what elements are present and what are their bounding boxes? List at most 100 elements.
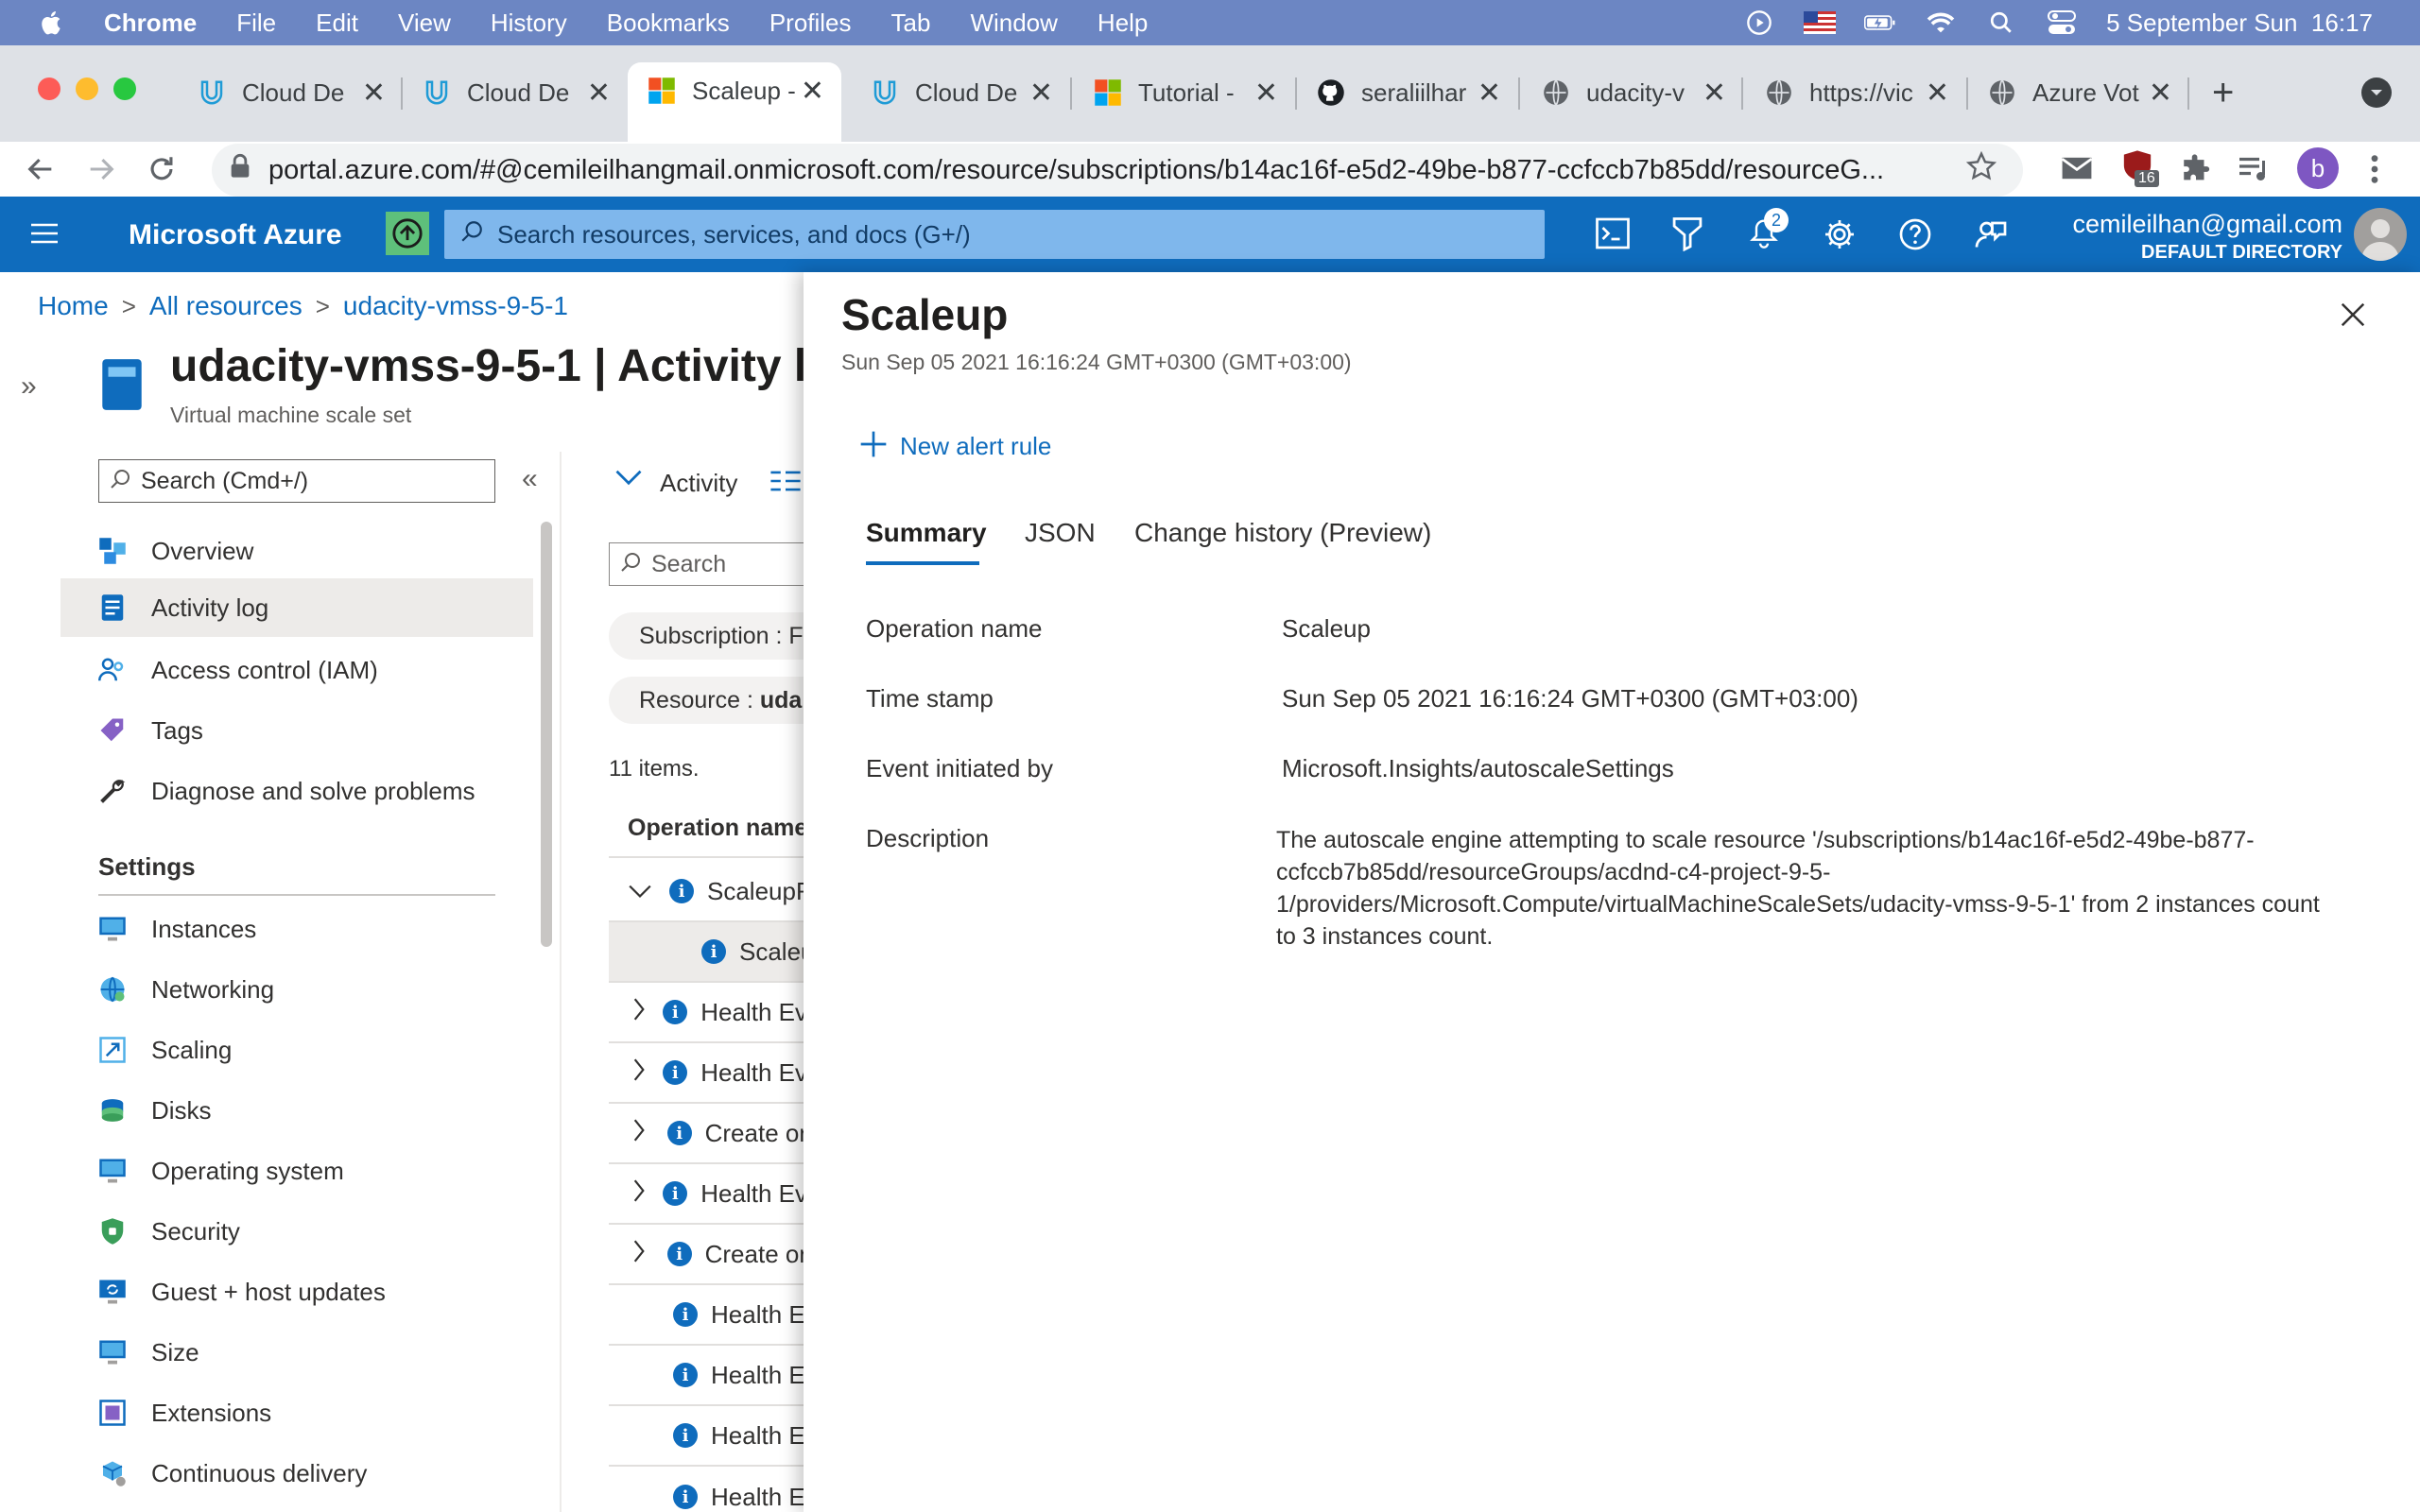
menu-window[interactable]: Window xyxy=(970,9,1057,38)
us-flag-icon[interactable] xyxy=(1804,9,1837,37)
settings-gear-icon[interactable] xyxy=(1823,217,1857,256)
browser-tab-1[interactable]: Cloud De ✕ xyxy=(197,66,386,119)
table-row[interactable]: i Health Ev xyxy=(609,1406,807,1467)
column-header-operation-name[interactable]: Operation name xyxy=(628,815,807,842)
activity-toolbar-label[interactable]: Activity xyxy=(660,469,737,498)
tab-close-icon[interactable]: ✕ xyxy=(1926,77,1949,110)
breadcrumb-resource[interactable]: udacity-vmss-9-5-1 xyxy=(343,291,568,321)
window-zoom-button[interactable] xyxy=(113,77,136,100)
window-minimize-button[interactable] xyxy=(76,77,98,100)
menu-bookmarks[interactable]: Bookmarks xyxy=(607,9,730,38)
menu-profiles[interactable]: Profiles xyxy=(769,9,852,38)
expand-menu-chevron-icon[interactable]: » xyxy=(21,370,37,403)
menu-history[interactable]: History xyxy=(491,9,567,38)
breadcrumb-home[interactable]: Home xyxy=(38,291,109,321)
tab-change-history[interactable]: Change history (Preview) xyxy=(1134,518,1431,548)
extensions-puzzle-icon[interactable] xyxy=(2180,153,2212,190)
browser-tab-2[interactable]: Cloud De ✕ xyxy=(422,66,611,119)
bookmark-star-icon[interactable] xyxy=(1965,150,1997,189)
cloud-shell-icon[interactable] xyxy=(1596,217,1630,254)
tab-close-icon[interactable]: ✕ xyxy=(587,77,611,110)
reload-icon[interactable] xyxy=(146,153,178,190)
edit-columns-icon[interactable] xyxy=(769,469,802,498)
nav-overview[interactable]: Overview xyxy=(60,522,533,580)
chevron-down-icon[interactable] xyxy=(614,467,643,492)
table-row[interactable]: i Health Ev xyxy=(609,1043,807,1104)
window-close-button[interactable] xyxy=(38,77,60,100)
forward-arrow-icon[interactable] xyxy=(85,153,117,190)
back-arrow-icon[interactable] xyxy=(25,153,57,190)
chevron-right-icon[interactable] xyxy=(631,997,649,1028)
tab-search-chevron-icon[interactable] xyxy=(2361,77,2392,108)
table-row[interactable]: i Create or xyxy=(609,1104,807,1164)
directory-filter-icon[interactable] xyxy=(1671,215,1703,256)
table-row[interactable]: i Create or xyxy=(609,1225,807,1285)
apple-icon[interactable] xyxy=(38,9,66,37)
menu-view[interactable]: View xyxy=(398,9,451,38)
new-alert-rule-button[interactable]: New alert rule xyxy=(858,429,1051,464)
chevron-right-icon[interactable] xyxy=(631,1057,649,1089)
browser-tab-5[interactable]: Tutorial - ✕ xyxy=(1093,66,1278,119)
feedback-icon[interactable] xyxy=(1974,217,2008,256)
tab-close-icon[interactable]: ✕ xyxy=(801,75,824,108)
nav-guest-host-updates[interactable]: Guest + host updates xyxy=(60,1263,533,1321)
table-row[interactable]: i ScaleupR xyxy=(609,862,807,922)
url-text[interactable]: portal.azure.com/#@cemileilhangmail.onmi… xyxy=(268,155,1951,186)
chevron-down-icon[interactable] xyxy=(628,877,652,906)
spotlight-search-icon[interactable] xyxy=(1985,9,2017,37)
account-email[interactable]: cemileilhan@gmail.com xyxy=(2065,210,2342,239)
profile-avatar[interactable]: b xyxy=(2297,147,2339,189)
table-row[interactable]: i Health Ev xyxy=(609,983,807,1043)
browser-tab-6[interactable]: seraliilhar ✕ xyxy=(1316,66,1501,119)
azure-search-input[interactable]: Search resources, services, and docs (G+… xyxy=(444,210,1545,259)
browser-tab-3[interactable]: Scaleup - ✕ xyxy=(628,62,841,142)
mail-extension-icon[interactable] xyxy=(2061,155,2093,186)
breadcrumb-all-resources[interactable]: All resources xyxy=(149,291,302,321)
nav-instances[interactable]: Instances xyxy=(60,900,533,958)
nav-security[interactable]: Security xyxy=(60,1202,533,1261)
collapse-nav-icon[interactable]: « xyxy=(522,463,538,495)
nav-disks[interactable]: Disks xyxy=(60,1081,533,1140)
table-row-selected[interactable]: i Scaleu xyxy=(609,922,807,983)
browser-tab-4[interactable]: Cloud De ✕ xyxy=(870,66,1053,119)
tab-close-icon[interactable]: ✕ xyxy=(362,77,386,110)
menu-file[interactable]: File xyxy=(236,9,276,38)
nav-activity-log[interactable]: Activity log xyxy=(60,578,533,637)
nav-diagnose[interactable]: Diagnose and solve problems xyxy=(60,762,533,820)
ublock-extension-icon[interactable]: 16 xyxy=(2121,149,2159,187)
tab-close-icon[interactable]: ✕ xyxy=(1478,77,1501,110)
tab-close-icon[interactable]: ✕ xyxy=(2149,77,2172,110)
azure-brand[interactable]: Microsoft Azure xyxy=(129,219,342,251)
activity-search-input[interactable]: Search xyxy=(609,542,817,586)
chevron-right-icon[interactable] xyxy=(631,1118,654,1149)
left-nav-search[interactable]: Search (Cmd+/) xyxy=(98,459,495,503)
left-nav-scrollbar[interactable] xyxy=(541,522,552,947)
upgrade-arrow-icon[interactable] xyxy=(386,212,429,255)
table-row[interactable]: i Health Ev xyxy=(609,1285,807,1346)
nav-continuous-delivery[interactable]: Continuous delivery xyxy=(60,1444,533,1503)
nav-operating-system[interactable]: Operating system xyxy=(60,1142,533,1200)
chevron-right-icon[interactable] xyxy=(631,1239,654,1270)
hamburger-menu-icon[interactable] xyxy=(30,221,59,250)
play-circle-icon[interactable] xyxy=(1743,9,1775,37)
tab-summary[interactable]: Summary xyxy=(866,518,987,548)
help-question-icon[interactable] xyxy=(1898,217,1932,256)
nav-size[interactable]: Size xyxy=(60,1323,533,1382)
nav-access-control[interactable]: Access control (IAM) xyxy=(60,641,533,699)
menu-edit[interactable]: Edit xyxy=(316,9,358,38)
table-row[interactable]: i Health Ev xyxy=(609,1467,807,1512)
new-tab-plus-icon[interactable]: + xyxy=(2212,72,2234,114)
nav-networking[interactable]: Networking xyxy=(60,960,533,1019)
menu-app-name[interactable]: Chrome xyxy=(104,9,197,38)
menu-help[interactable]: Help xyxy=(1098,9,1148,38)
chevron-right-icon[interactable] xyxy=(631,1178,649,1210)
menubar-datetime[interactable]: 5 September Sun 16:17 xyxy=(2106,9,2373,38)
nav-scaling[interactable]: Scaling xyxy=(60,1021,533,1079)
nav-extensions[interactable]: Extensions xyxy=(60,1383,533,1442)
wifi-icon[interactable] xyxy=(1925,9,1957,37)
media-playlist-icon[interactable] xyxy=(2237,155,2271,188)
tab-close-icon[interactable]: ✕ xyxy=(1029,77,1053,110)
tab-json[interactable]: JSON xyxy=(1025,518,1096,548)
tab-close-icon[interactable]: ✕ xyxy=(1254,77,1278,110)
chrome-menu-icon[interactable] xyxy=(2369,153,2380,190)
